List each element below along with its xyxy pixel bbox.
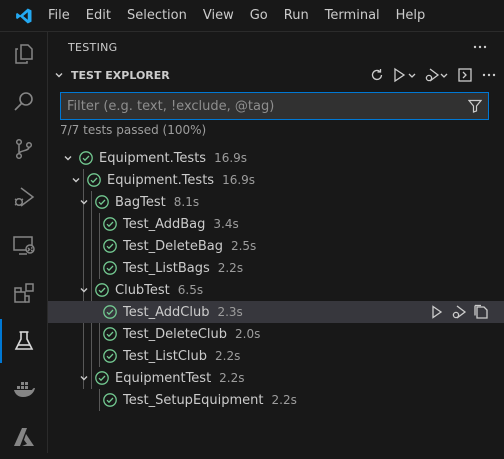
test-duration: 2.2s [219, 371, 245, 385]
run-all-tests-icon[interactable] [390, 64, 420, 86]
test-name: BagTest [115, 194, 166, 210]
chevron-down-icon[interactable] [51, 67, 67, 83]
test-duration: 6.5s [177, 283, 204, 297]
test-filter-input[interactable] [61, 94, 462, 118]
test-name: ClubTest [115, 282, 170, 298]
panel-title: TESTING [68, 40, 118, 54]
panel-header: TESTING [48, 32, 504, 62]
testing-icon[interactable] [0, 319, 48, 363]
passed-icon [102, 304, 118, 320]
test-name: Test_DeleteBag [123, 238, 223, 254]
passed-icon [94, 370, 110, 386]
test-name: Test_AddClub [123, 304, 210, 320]
show-output-icon[interactable] [454, 64, 476, 86]
azure-icon[interactable] [0, 415, 48, 459]
test-duration: 3.4s [213, 217, 239, 231]
test-node[interactable]: Equipment.Tests 16.9s [48, 169, 504, 191]
test-duration: 2.2s [271, 393, 297, 407]
more-actions-icon[interactable] [472, 39, 488, 55]
test-name: Test_SetupEquipment [123, 392, 264, 408]
section-toolbar [364, 62, 500, 88]
passed-icon [102, 260, 118, 276]
test-name: Test_ListBags [123, 260, 210, 276]
menu-view[interactable]: View [195, 0, 242, 32]
test-node[interactable]: Test_ListBags 2.2s [48, 257, 504, 279]
menu-terminal[interactable]: Terminal [317, 0, 388, 32]
chevron-down-icon[interactable] [68, 172, 84, 188]
passed-icon [102, 238, 118, 254]
test-node-selected[interactable]: Test_AddClub 2.3s [48, 301, 504, 323]
activity-bar [0, 32, 48, 453]
passed-icon [102, 326, 118, 342]
test-node[interactable]: ClubTest 6.5s [48, 279, 504, 301]
test-duration: 2.3s [217, 305, 243, 319]
test-duration: 16.9s [214, 151, 248, 165]
testing-sidebar: TESTING TEST EXPLORER Filter (e.g. text,… [48, 32, 504, 453]
menu-help[interactable]: Help [388, 0, 434, 32]
test-duration: 16.9s [222, 173, 256, 187]
more-test-actions-icon[interactable] [478, 64, 500, 86]
search-icon[interactable] [0, 79, 48, 123]
test-name: Equipment.Tests [107, 172, 215, 188]
passed-icon [102, 216, 118, 232]
passed-icon [102, 392, 118, 408]
passed-icon [94, 194, 110, 210]
run-test-icon[interactable] [426, 301, 448, 323]
test-name: Test_DeleteClub [123, 326, 227, 342]
menu-bar: File Edit Selection View Go Run Terminal… [0, 0, 504, 32]
docker-icon[interactable] [0, 367, 48, 411]
test-name: Test_AddBag [123, 216, 206, 232]
test-node[interactable]: Test_SetupEquipment 2.2s [48, 389, 504, 411]
chevron-down-icon[interactable] [76, 194, 92, 210]
chevron-down-icon[interactable] [60, 150, 76, 166]
test-node[interactable]: Test_DeleteClub 2.0s [48, 323, 504, 345]
test-node[interactable]: BagTest 8.1s [48, 191, 504, 213]
passed-icon [102, 348, 118, 364]
go-to-test-icon[interactable] [470, 301, 492, 323]
vscode-logo-icon [0, 0, 48, 32]
test-duration: 2.0s [235, 327, 261, 341]
menu-go[interactable]: Go [242, 0, 276, 32]
remote-explorer-icon[interactable] [0, 223, 48, 267]
test-filter [60, 92, 489, 120]
test-name: Equipment.Tests [99, 150, 207, 166]
refresh-tests-icon[interactable] [366, 64, 388, 86]
passed-icon [94, 282, 110, 298]
passed-icon [86, 172, 102, 188]
filter-icon[interactable] [462, 94, 488, 118]
test-duration: 8.1s [173, 195, 200, 209]
test-name: EquipmentTest [115, 370, 212, 386]
test-node[interactable]: Test_ListClub 2.2s [48, 345, 504, 367]
test-duration: 2.5s [230, 239, 257, 253]
menu-edit[interactable]: Edit [78, 0, 119, 32]
source-control-icon[interactable] [0, 127, 48, 171]
test-duration: 2.2s [215, 349, 241, 363]
chevron-down-icon[interactable] [76, 282, 92, 298]
test-explorer-section-header[interactable]: TEST EXPLORER [48, 62, 504, 88]
debug-test-icon[interactable] [448, 301, 470, 323]
test-node[interactable]: Test_DeleteBag 2.5s [48, 235, 504, 257]
chevron-down-icon[interactable] [76, 370, 92, 386]
run-debug-icon[interactable] [0, 175, 48, 219]
test-node[interactable]: Equipment.Tests 16.9s [48, 147, 504, 169]
debug-all-tests-icon[interactable] [422, 64, 452, 86]
menu-file[interactable]: File [48, 0, 78, 32]
row-actions [426, 301, 492, 323]
test-summary: 7/7 tests passed (100%) [60, 123, 207, 137]
menu-selection[interactable]: Selection [119, 0, 195, 32]
passed-icon [78, 150, 94, 166]
test-node[interactable]: Test_AddBag 3.4s [48, 213, 504, 235]
explorer-icon[interactable] [0, 32, 48, 76]
test-duration: 2.2s [217, 261, 244, 275]
section-title: TEST EXPLORER [71, 68, 170, 82]
test-node[interactable]: EquipmentTest 2.2s [48, 367, 504, 389]
extensions-icon[interactable] [0, 271, 48, 315]
test-name: Test_ListClub [123, 348, 208, 364]
menu-run[interactable]: Run [276, 0, 317, 32]
